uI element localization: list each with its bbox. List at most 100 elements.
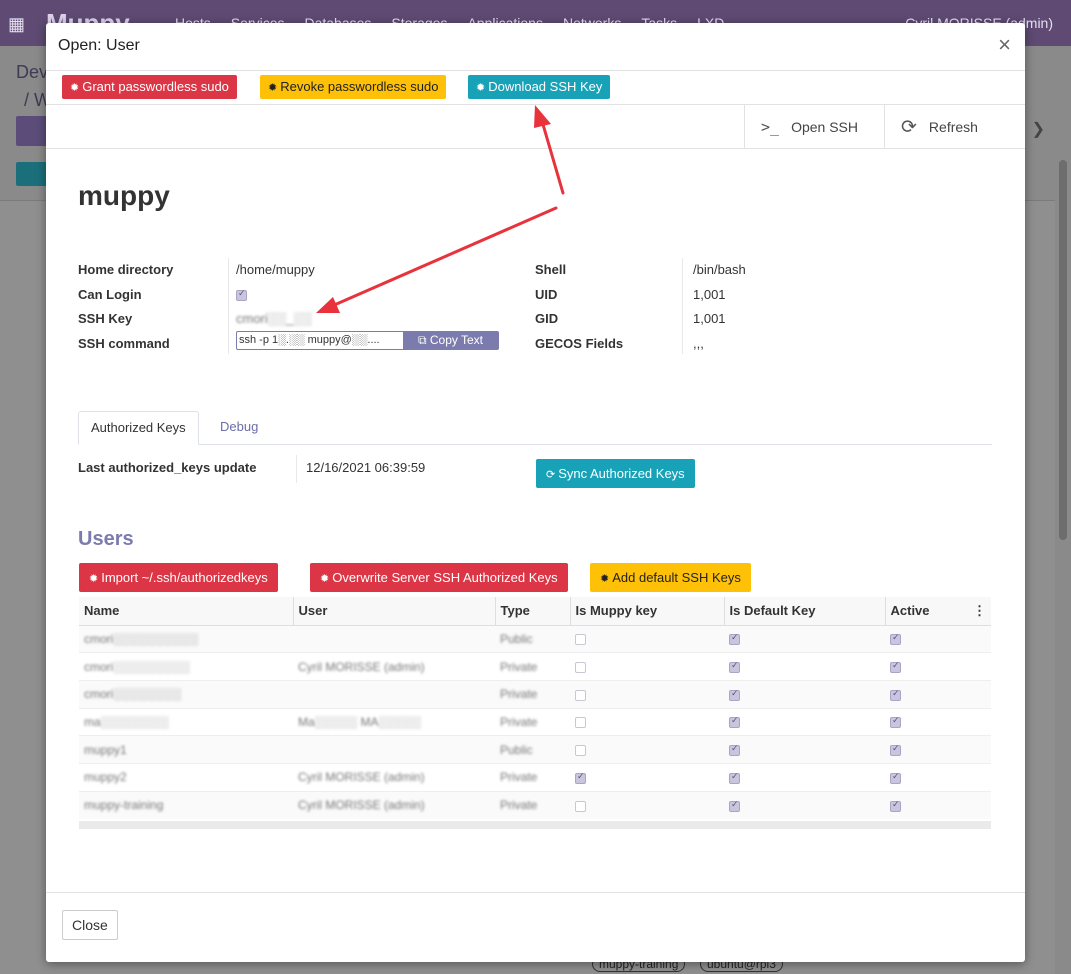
is-default-key-checkbox[interactable] (729, 799, 740, 812)
cell-is-default-key (724, 735, 885, 764)
is-default-key-checkbox[interactable] (729, 715, 740, 729)
cell-is-muppy-key (570, 762, 724, 792)
cell-name-text: cmori░░░░░░░░░ (84, 659, 190, 674)
is-default-key-checkbox[interactable] (729, 688, 740, 701)
ssh-command-label: SSH command (78, 336, 170, 351)
active-checkbox[interactable] (890, 660, 901, 673)
record-name: muppy (78, 180, 170, 211)
cell-type-text: Public (500, 742, 533, 757)
cell-name: cmori░░░░░░░░░░ (79, 624, 293, 653)
open-ssh-button[interactable]: >_ Open SSH (744, 105, 884, 149)
cell-is-muppy-key (570, 652, 724, 681)
sync-icon: ⟳ (546, 469, 556, 481)
is-default-key-checkbox[interactable] (729, 660, 740, 673)
header-buttons: ✹ Grant passwordless sudo ✹ Revoke passwor… (46, 71, 1025, 105)
is-muppy-key-checkbox[interactable] (575, 800, 586, 812)
can-login-checkbox[interactable] (236, 287, 247, 302)
separator (228, 258, 229, 354)
cell-is-muppy-key (570, 624, 724, 653)
cell-type-text: Private (500, 659, 538, 674)
refresh-icon: ⟳ (901, 116, 917, 138)
is-muppy-key-checkbox[interactable] (575, 634, 586, 646)
copy-text-button[interactable]: ⧉ Copy Text (403, 332, 498, 349)
table-row[interactable]: muppy2 Cyril MORISSE (admin) Private (79, 762, 991, 792)
gear-icon: ✹ (268, 82, 278, 94)
home-directory-value: /home/muppy (236, 262, 315, 277)
user-dialog: Open: User × ✹ Grant passwordless sudo ✹ R… (46, 23, 1045, 962)
sync-authorized-keys-button[interactable]: ⟳ Sync Authorized Keys (536, 459, 695, 488)
dialog-footer: Close (46, 892, 1025, 962)
column-header-is-muppy-key[interactable]: Is Muppy key (569, 597, 724, 626)
gecos-label: GECOS Fields (535, 336, 624, 351)
column-header-name[interactable]: Name (79, 597, 293, 626)
column-options-icon[interactable]: ⋮ (973, 603, 986, 619)
cell-type: Private (495, 652, 570, 681)
cell-is-default-key (724, 790, 885, 819)
active-checkbox[interactable] (890, 632, 901, 646)
close-icon[interactable]: × (998, 34, 1011, 56)
revoke-sudo-button[interactable]: ✹ Revoke passwordless sudo (260, 75, 447, 99)
table-row[interactable]: cmori░░░░░░░░░░ Public (79, 624, 991, 653)
gear-icon: ✹ (476, 82, 486, 94)
grant-sudo-button[interactable]: ✹ Grant passwordless sudo (62, 75, 237, 99)
dialog-title: Open: User (58, 37, 140, 54)
active-checkbox[interactable] (890, 743, 901, 756)
import-authorized-keys-button[interactable]: ✹ Import ~/.ssh/authorizedkeys (79, 563, 278, 592)
dialog-header: Open: User × (46, 23, 1025, 71)
table-row[interactable]: cmori░░░░░░░░ Private (79, 679, 991, 709)
cell-active (885, 707, 991, 736)
active-checkbox[interactable] (890, 771, 901, 784)
cell-is-default-key (724, 707, 885, 736)
active-checkbox[interactable] (890, 688, 901, 701)
column-header-is-default-key[interactable]: Is Default Key (723, 597, 885, 626)
column-header-type[interactable]: Type (494, 597, 570, 626)
table-row[interactable]: muppy1 Public (79, 735, 991, 764)
background-scrollbar[interactable] (1059, 160, 1067, 540)
active-checkbox[interactable] (890, 799, 901, 812)
cell-type: Private (495, 679, 570, 709)
cell-name-text: muppy-training (84, 798, 164, 813)
add-default-ssh-keys-button[interactable]: ✹ Add default SSH Keys (590, 563, 751, 592)
cell-is-default-key (724, 624, 885, 653)
table-row[interactable]: ma░░░░░░░░ Ma░░░░░ MA░░░░░ Private (79, 707, 991, 736)
is-muppy-key-checkbox[interactable] (575, 717, 586, 729)
is-muppy-key-checkbox[interactable] (575, 744, 586, 756)
cell-name: cmori░░░░░░░░░ (79, 652, 293, 681)
gear-icon: ✹ (320, 573, 330, 585)
table-row[interactable]: muppy-training Cyril MORISSE (admin) Priva… (79, 790, 991, 819)
overwrite-authorized-keys-button[interactable]: ✹ Overwrite Server SSH Authorized Keys (310, 563, 568, 592)
cell-user-text: Cyril MORISSE (admin) (298, 798, 425, 813)
ssh-key-link[interactable]: cmori░░_░░ (236, 311, 312, 326)
is-default-key-checkbox[interactable] (729, 632, 740, 646)
cell-type-text: Public (500, 631, 533, 646)
cell-type: Private (495, 707, 570, 736)
ssh-command-value[interactable]: ssh -p 1░.░░ muppy@░░.... (237, 332, 403, 349)
is-default-key-checkbox[interactable] (729, 771, 740, 784)
apps-grid-icon[interactable]: ▦ (8, 14, 25, 35)
column-header-user[interactable]: User (292, 597, 495, 626)
is-muppy-key-checkbox[interactable] (575, 661, 586, 673)
download-ssh-key-button[interactable]: ✹ Download SSH Key (468, 75, 611, 99)
is-muppy-key-checkbox[interactable] (575, 771, 586, 784)
cell-user: Cyril MORISSE (admin) (293, 790, 495, 819)
cell-name: muppy-training (79, 790, 293, 819)
cell-is-muppy-key (570, 735, 724, 764)
cell-active (885, 790, 991, 819)
tab-debug[interactable]: Debug (208, 411, 270, 445)
tab-authorized-keys[interactable]: Authorized Keys (78, 411, 199, 445)
is-muppy-key-checkbox[interactable] (575, 689, 586, 701)
cell-name-text: muppy2 (84, 770, 127, 785)
table-row[interactable]: cmori░░░░░░░░░ Cyril MORISSE (admin) Priva… (79, 652, 991, 681)
cell-type: Public (495, 624, 570, 653)
cell-is-muppy-key (570, 790, 724, 819)
is-default-key-checkbox[interactable] (729, 743, 740, 756)
cell-user: Cyril MORISSE (admin) (293, 652, 495, 681)
column-header-active[interactable]: Active ⋮ (884, 597, 991, 626)
refresh-button[interactable]: ⟳ Refresh (884, 105, 1025, 149)
chevron-right-icon[interactable]: ❯ (1032, 119, 1045, 139)
last-update-label: Last authorized_keys update (78, 460, 257, 475)
copy-icon: ⧉ (417, 333, 430, 347)
cell-name: ma░░░░░░░░ (79, 707, 293, 736)
close-button[interactable]: Close (62, 910, 118, 940)
active-checkbox[interactable] (890, 715, 901, 729)
